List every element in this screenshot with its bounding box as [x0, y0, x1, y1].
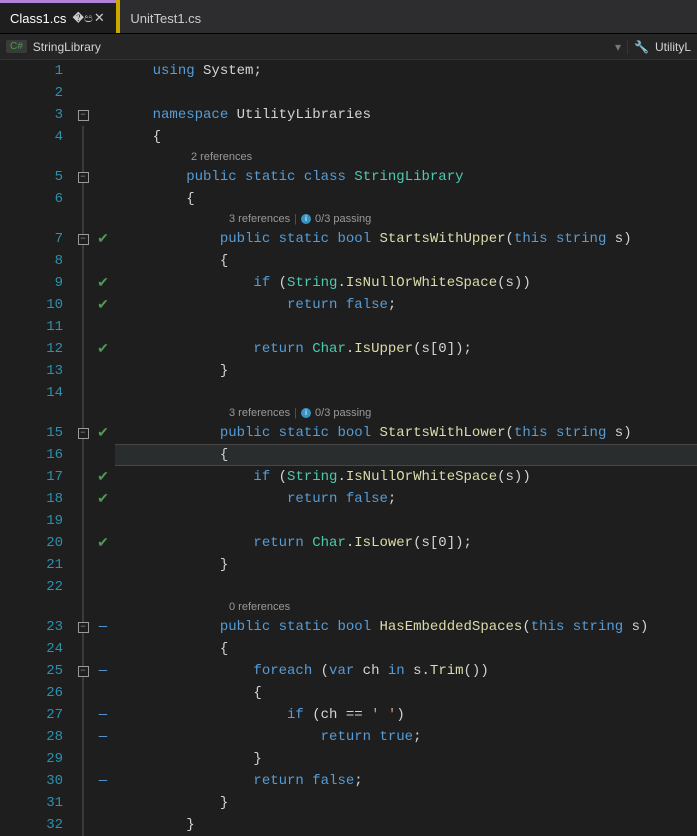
- coverage-dash-icon: —: [99, 619, 107, 635]
- line-number: 5: [0, 166, 63, 188]
- line-number: 18: [0, 488, 63, 510]
- line-number: 4: [0, 126, 63, 148]
- line-number: 17: [0, 466, 63, 488]
- codelens-tests[interactable]: 0/3 passing: [315, 404, 371, 422]
- nav-member-label: UtilityL: [655, 40, 691, 54]
- line-number: 23: [0, 616, 63, 638]
- chevron-down-icon: ▾: [615, 40, 621, 54]
- code-area[interactable]: using System; namespace UtilityLibraries…: [115, 60, 697, 793]
- test-status-icon: i: [301, 408, 311, 418]
- nav-member-dropdown[interactable]: 🔧 UtilityL: [627, 40, 697, 54]
- current-line: {: [115, 444, 697, 466]
- line-number: 1: [0, 60, 63, 82]
- line-number: 2: [0, 82, 63, 104]
- test-pass-icon: ✔: [97, 275, 109, 292]
- tab-unittest1[interactable]: UnitTest1.cs: [120, 0, 211, 33]
- line-number: 6: [0, 188, 63, 210]
- fold-toggle[interactable]: −: [78, 622, 89, 633]
- test-pass-icon: ✔: [97, 425, 109, 442]
- codelens-tests[interactable]: 0/3 passing: [315, 210, 371, 228]
- tab-bar: Class1.cs �ප ✕ UnitTest1.cs: [0, 0, 697, 34]
- line-number: 10: [0, 294, 63, 316]
- line-number-gutter: 1 2 3 4 5 6 7 8 9 10 11 12 13 14 15 16 1…: [0, 60, 75, 793]
- line-number: 25: [0, 660, 63, 682]
- line-number: 13: [0, 360, 63, 382]
- marker-gutter: ✔ ✔ ✔ ✔ ✔ ✔ ✔ ✔ — — — — —: [91, 60, 115, 793]
- csharp-icon: C#: [6, 40, 27, 53]
- line-number: 32: [0, 814, 63, 836]
- line-number: 27: [0, 704, 63, 726]
- fold-toggle[interactable]: −: [78, 172, 89, 183]
- fold-gutter: − − − − − −: [75, 60, 91, 793]
- line-number: 30: [0, 770, 63, 792]
- nav-bar: C# StringLibrary ▾ 🔧 UtilityL: [0, 34, 697, 60]
- line-number: 15: [0, 422, 63, 444]
- fold-toggle[interactable]: −: [78, 234, 89, 245]
- fold-toggle[interactable]: −: [78, 428, 89, 439]
- codelens-references[interactable]: 2 references: [191, 148, 252, 166]
- coverage-dash-icon: —: [99, 773, 107, 789]
- line-number: 8: [0, 250, 63, 272]
- tab-class1[interactable]: Class1.cs �ප ✕: [0, 0, 116, 33]
- wrench-icon: 🔧: [634, 40, 649, 54]
- line-number: 31: [0, 792, 63, 814]
- codelens-references[interactable]: 3 references: [229, 210, 290, 228]
- line-number: 22: [0, 576, 63, 598]
- line-number: 11: [0, 316, 63, 338]
- coverage-dash-icon: —: [99, 729, 107, 745]
- nav-scope-dropdown[interactable]: C# StringLibrary ▾: [0, 40, 627, 54]
- test-pass-icon: ✔: [97, 535, 109, 552]
- test-pass-icon: ✔: [97, 231, 109, 248]
- fold-toggle[interactable]: −: [78, 110, 89, 121]
- tab-label: UnitTest1.cs: [130, 11, 201, 26]
- line-number: 28: [0, 726, 63, 748]
- fold-toggle[interactable]: −: [78, 666, 89, 677]
- coverage-dash-icon: —: [99, 707, 107, 723]
- test-pass-icon: ✔: [97, 341, 109, 358]
- line-number: 19: [0, 510, 63, 532]
- tab-label: Class1.cs: [10, 11, 66, 26]
- line-number: 20: [0, 532, 63, 554]
- line-number: 26: [0, 682, 63, 704]
- coverage-dash-icon: —: [99, 663, 107, 679]
- line-number: 12: [0, 338, 63, 360]
- line-number: 29: [0, 748, 63, 770]
- line-number: 9: [0, 272, 63, 294]
- test-pass-icon: ✔: [97, 297, 109, 314]
- line-number: 21: [0, 554, 63, 576]
- line-number: 16: [0, 444, 63, 466]
- test-status-icon: i: [301, 214, 311, 224]
- codelens-references[interactable]: 0 references: [229, 598, 290, 616]
- test-pass-icon: ✔: [97, 469, 109, 486]
- line-number: 24: [0, 638, 63, 660]
- line-number: 14: [0, 382, 63, 404]
- line-number: 7: [0, 228, 63, 250]
- nav-scope-label: StringLibrary: [33, 40, 101, 54]
- code-editor[interactable]: 1 2 3 4 5 6 7 8 9 10 11 12 13 14 15 16 1…: [0, 60, 697, 793]
- line-number: 3: [0, 104, 63, 126]
- pin-icon[interactable]: �ප: [72, 10, 86, 26]
- test-pass-icon: ✔: [97, 491, 109, 508]
- codelens-references[interactable]: 3 references: [229, 404, 290, 422]
- close-icon[interactable]: ✕: [92, 10, 106, 26]
